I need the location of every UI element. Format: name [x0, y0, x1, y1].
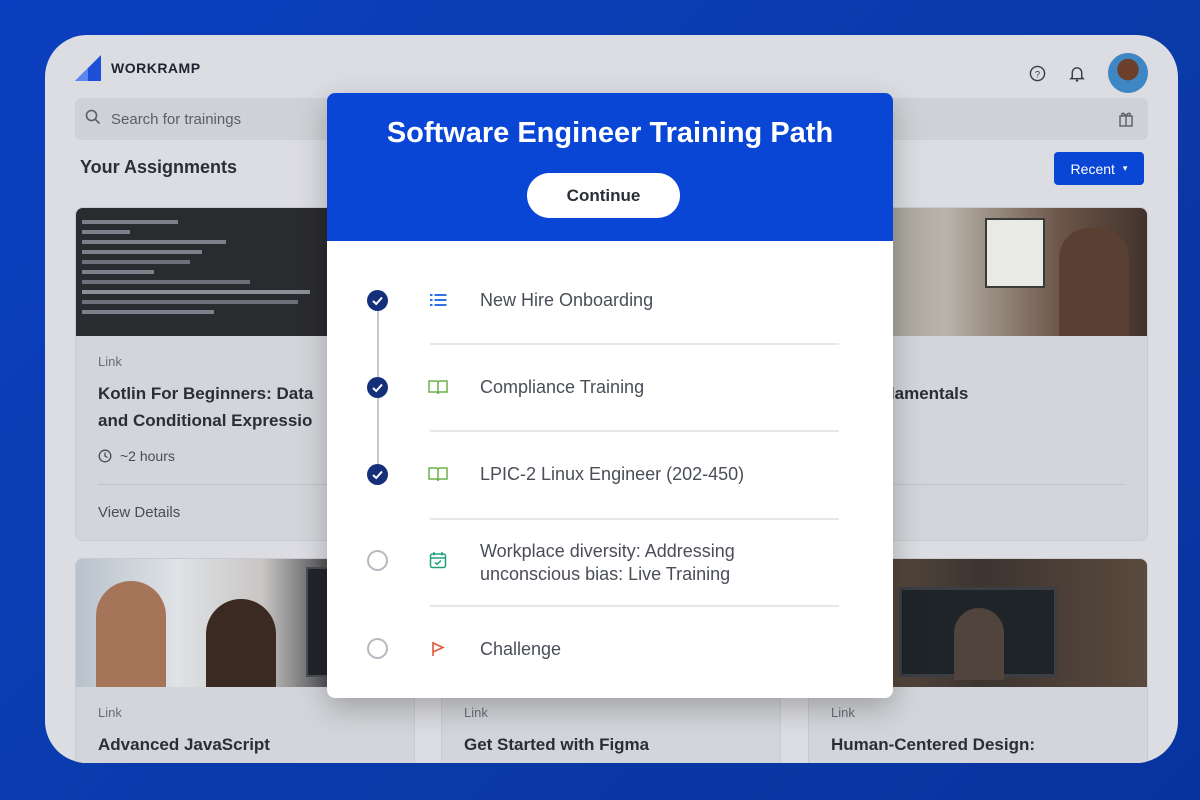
card-type: Link [98, 354, 122, 369]
section-title: Your Assignments [80, 157, 238, 177]
training-path-modal: Software Engineer Training Path Continue… [327, 93, 893, 698]
step-label: LPIC-2 Linux Engineer (202-450) [480, 464, 745, 484]
continue-button[interactable]: Continue [527, 173, 680, 218]
book-icon [428, 377, 448, 397]
divider [430, 430, 839, 432]
search-placeholder: Search for trainings [111, 110, 242, 128]
step-label: Challenge [480, 639, 562, 659]
gift-icon[interactable] [1118, 109, 1134, 131]
avatar[interactable] [1108, 53, 1148, 93]
modal-header: Software Engineer Training Path Continue [327, 93, 893, 241]
check-icon [367, 290, 388, 311]
step-label: New Hire Onboarding [480, 290, 654, 310]
list-icon [428, 290, 448, 310]
divider [430, 518, 839, 520]
check-icon [367, 377, 388, 398]
card-title: Get Started with Figma [464, 735, 650, 754]
clock-icon [98, 449, 112, 463]
step-label: Workplace diversity: Addressing unconsci… [480, 541, 735, 584]
help-icon[interactable]: ? [1028, 64, 1046, 82]
unchecked-circle-icon [367, 550, 388, 571]
search-icon [85, 109, 101, 129]
card-title: Advanced JavaScript [98, 735, 270, 754]
card-type: Link [464, 705, 488, 720]
divider [430, 605, 839, 607]
divider [430, 343, 839, 345]
unchecked-circle-icon [367, 638, 388, 659]
workramp-logo-icon [75, 55, 101, 81]
calendar-icon [428, 550, 448, 570]
card-type: Link [98, 705, 122, 720]
modal-title: Software Engineer Training Path [386, 117, 834, 149]
card-type: Link [831, 705, 855, 720]
card-duration: ~2 hours [98, 448, 175, 464]
step-label: Compliance Training [480, 377, 645, 397]
check-icon [367, 464, 388, 485]
view-details-link[interactable]: View Details [98, 504, 180, 521]
chevron-down-icon: ▾ [1122, 163, 1128, 173]
logo-text: WORKRAMP [111, 60, 201, 76]
card-title: and Conditional Expressio [98, 411, 313, 430]
card-title: Kotlin For Beginners: Data [98, 384, 314, 403]
book-icon [428, 464, 448, 484]
flag-icon [428, 639, 448, 659]
sort-button-label: Recent [1070, 160, 1115, 177]
sort-dropdown-button[interactable]: Recent ▾ [1054, 152, 1144, 185]
svg-text:?: ? [1034, 69, 1039, 80]
logo[interactable]: WORKRAMP [75, 55, 201, 81]
bell-icon[interactable] [1068, 64, 1086, 82]
card-title: Human-Centered Design: [831, 735, 1036, 754]
